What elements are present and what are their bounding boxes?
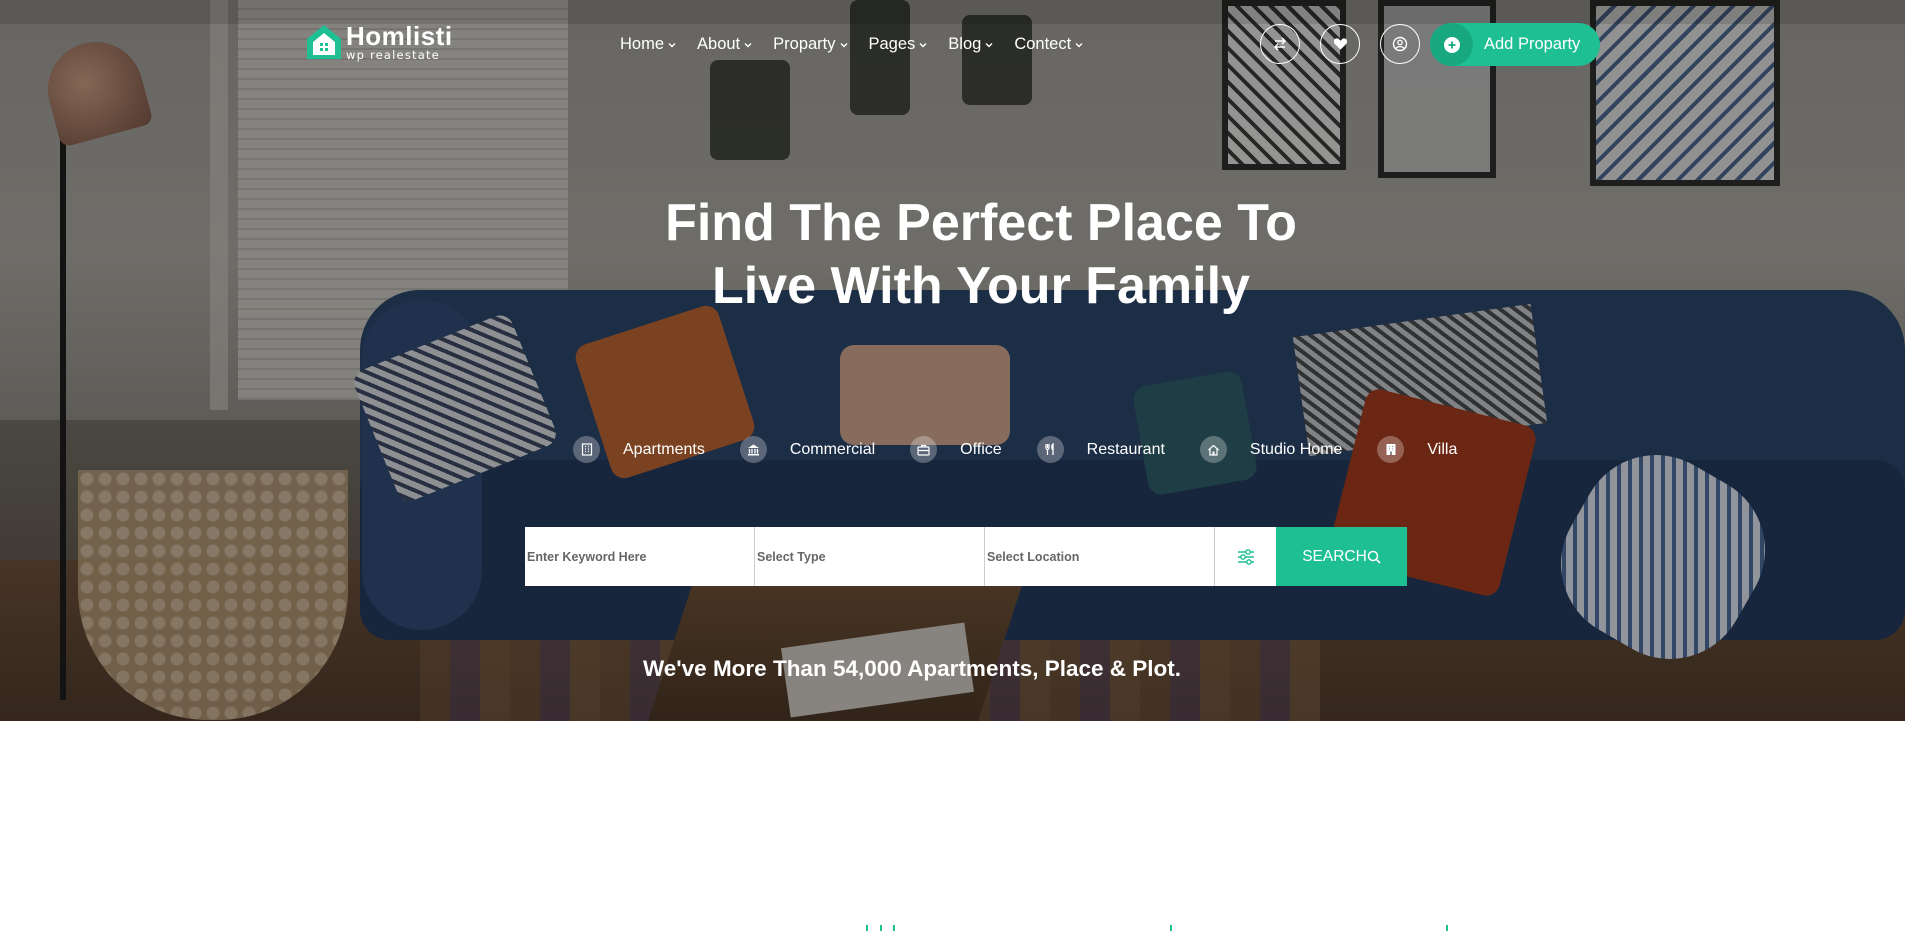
fork-knife-icon [1036,436,1064,463]
add-property-label: Add Proparty [1484,35,1581,53]
hero-title: Find The Perfect Place To Live With Your… [0,192,1905,318]
nav-item-label: Pages [868,35,916,53]
logo[interactable]: Homlisti wp realestate [304,22,453,62]
user-icon [1392,36,1408,52]
main-nav: Home About Proparty Pages Blog Contect [620,35,1104,54]
logo-name: Homlisti [346,20,453,51]
nav-item-about[interactable]: About [697,35,752,54]
add-property-icon-wrap [1430,23,1473,66]
hero-subline: We've More Than 54,000 Apartments, Place… [642,656,1182,681]
chevron-down-icon [985,42,993,47]
compare-arrows-icon [1273,37,1287,51]
icon-fragment [1446,925,1448,931]
building-icon [573,436,600,463]
site-header: Homlisti wp realestate Home About Propar… [0,0,1905,88]
favorites-button[interactable] [1320,24,1360,64]
chevron-down-icon [919,42,927,47]
icon-fragment [893,925,895,931]
nav-item-label: Blog [948,35,982,53]
bank-icon [739,436,767,463]
nav-item-home[interactable]: Home [620,35,676,54]
category-villa[interactable]: Villa [1377,436,1457,463]
location-select[interactable]: Select Location [985,527,1215,586]
account-button[interactable] [1380,24,1420,64]
plus-circle-icon [1443,36,1460,53]
location-select-value: Select Location [987,549,1080,564]
category-studio-home[interactable]: Studio Home [1199,436,1343,463]
category-commercial[interactable]: Commercial [739,436,876,463]
search-button[interactable]: SEARCH [1276,527,1407,586]
property-search-form: Select Type Select Location SEARCH [525,527,1407,586]
below-fold-content-peek [0,925,1905,931]
keyword-input[interactable] [527,527,754,586]
category-label: Studio Home [1249,440,1343,458]
hero-section: Homlisti wp realestate Home About Propar… [0,0,1905,721]
home-icon [1199,436,1227,463]
nav-item-blog[interactable]: Blog [948,35,993,54]
property-category-list: Apartments Commercial Office Restaurant … [573,436,1492,463]
type-select-value: Select Type [757,549,826,564]
chevron-down-icon [744,42,752,47]
chevron-down-icon [1075,42,1083,47]
keyword-field [525,527,755,586]
chevron-down-icon [668,42,676,47]
heart-icon [1333,38,1347,50]
sliders-icon [1237,548,1254,565]
header-top-strip [0,0,1905,24]
nav-item-pages[interactable]: Pages [869,35,928,54]
nav-item-label: About [697,35,741,53]
briefcase-icon [910,436,938,463]
category-label: Villa [1427,440,1458,458]
chevron-down-icon [840,42,847,47]
add-property-button[interactable]: Add Proparty [1430,23,1600,66]
search-icon [1367,550,1381,564]
nav-item-proparty[interactable]: Proparty [773,35,847,54]
logo-tagline: wp realestate [346,47,440,62]
icon-fragment [866,925,868,931]
category-label: Office [960,440,1002,458]
category-label: Apartments [623,440,705,458]
nav-item-label: Proparty [773,35,836,53]
category-label: Commercial [789,440,876,458]
villa-icon [1377,436,1405,463]
compare-button[interactable] [1260,24,1300,64]
hero-title-line2: Live With Your Family [712,257,1250,315]
icon-fragment [880,925,882,931]
nav-item-label: Contect [1014,35,1072,53]
category-apartments[interactable]: Apartments [573,436,705,463]
type-select[interactable]: Select Type [755,527,985,586]
icon-fragment [1170,925,1172,931]
category-office[interactable]: Office [910,436,1002,463]
search-button-label: SEARCH [1302,547,1367,565]
house-logo-icon [304,22,344,62]
nav-item-contect[interactable]: Contect [1014,35,1083,54]
advanced-filter-button[interactable] [1215,527,1276,586]
nav-item-label: Home [620,35,665,53]
hero-title-line1: Find The Perfect Place To [665,194,1297,252]
category-restaurant[interactable]: Restaurant [1036,436,1165,463]
hero-dark-overlay [0,0,1905,721]
category-label: Restaurant [1086,440,1165,458]
